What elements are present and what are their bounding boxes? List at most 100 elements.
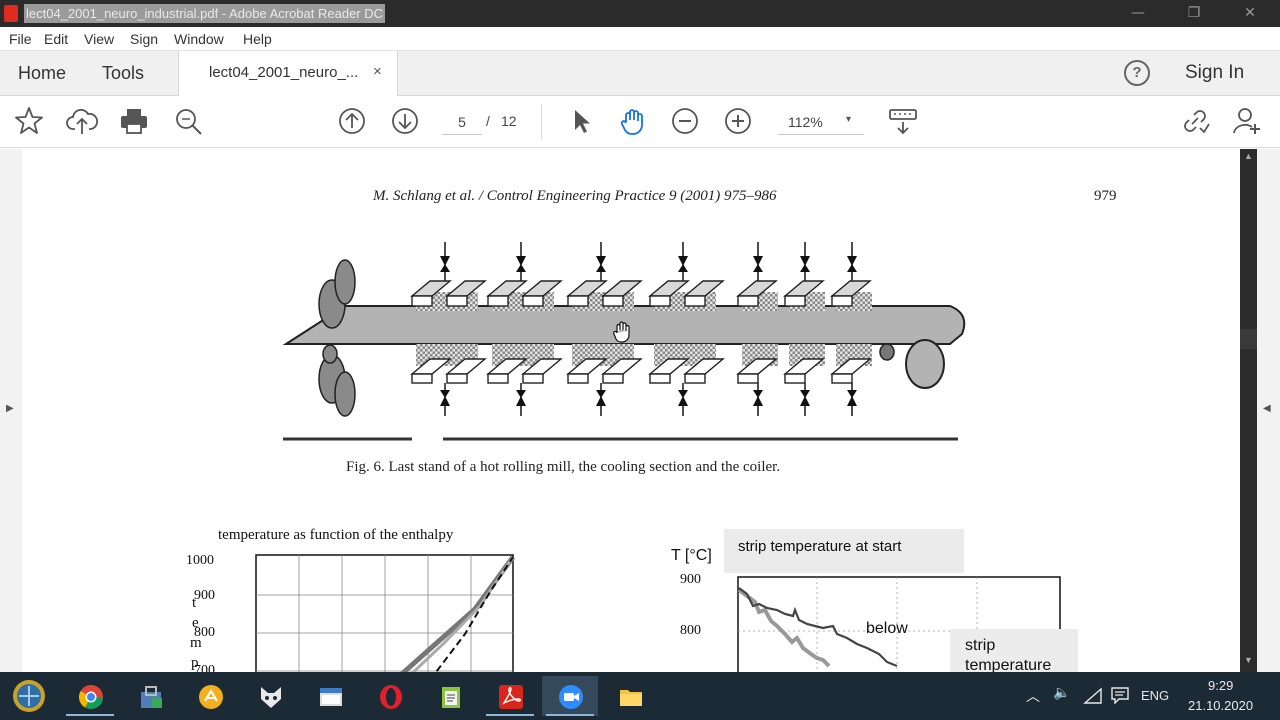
input-language[interactable]: ENG — [1141, 688, 1169, 703]
header-bottom-front — [602, 373, 624, 384]
journal-citation: M. Schlang et al. / Control Engineering … — [373, 188, 777, 204]
search-icon[interactable] — [171, 104, 205, 138]
page-separator: / — [486, 113, 490, 129]
header-top — [683, 280, 725, 297]
scroll-down-arrow-icon[interactable]: ▼ — [1244, 655, 1253, 665]
tray-overflow-chevron-icon[interactable]: ︿ — [1026, 686, 1040, 706]
header-top-front — [446, 295, 468, 307]
header-top — [601, 280, 643, 297]
help-icon[interactable]: ? — [1124, 60, 1150, 86]
header-bottom-front — [487, 373, 509, 384]
header-top-front — [737, 295, 759, 307]
acrobat-app-icon — [4, 5, 18, 22]
header-top-front — [602, 295, 624, 307]
valve-top — [800, 256, 810, 272]
zoom-in-icon[interactable] — [721, 104, 755, 138]
maximize-button[interactable]: ❐ — [1166, 0, 1222, 27]
volume-icon[interactable]: 🔈 — [1053, 685, 1070, 701]
figure-caption: Fig. 6. Last stand of a hot rolling mill… — [346, 459, 781, 475]
valve-bottom — [440, 390, 450, 406]
chart2-ylabel: T [°C] — [671, 547, 712, 564]
left-panel-arrow-icon[interactable]: ▶ — [6, 403, 14, 414]
document-viewport[interactable]: ▶ M. Schlang et al. / Control Engineerin… — [0, 149, 1280, 672]
wifi-icon[interactable] — [1083, 687, 1103, 705]
zoom-level-select[interactable]: 112% — [778, 109, 864, 135]
menu-file[interactable]: File — [9, 31, 32, 47]
clock-time[interactable]: 9:29 — [1208, 678, 1233, 693]
menu-window[interactable]: Window — [174, 31, 224, 47]
tab-home[interactable]: Home — [18, 63, 66, 84]
left-panel-toggle[interactable]: ▶ — [0, 149, 22, 672]
tab-close-icon[interactable]: × — [373, 63, 382, 80]
print-icon[interactable] — [117, 104, 151, 138]
star-icon[interactable] — [12, 104, 46, 138]
chart2-legend-label: strip temperature at start — [738, 538, 902, 555]
title-bar: lect04_2001_neuro_industrial.pdf - Adobe… — [0, 0, 1280, 27]
chart1-title: temperature as function of the enthalpy — [218, 527, 454, 543]
menu-help[interactable]: Help — [243, 31, 272, 47]
share-link-icon[interactable] — [1178, 104, 1212, 138]
header-top-front — [831, 295, 853, 307]
header-bottom-front — [567, 373, 589, 384]
taskbar-explorer-window[interactable] — [302, 676, 358, 716]
menu-sign[interactable]: Sign — [130, 31, 158, 47]
chart1-ylabel-letter: p — [191, 655, 199, 671]
start-button[interactable] — [2, 676, 58, 716]
taskbar-acrobat[interactable] — [482, 676, 538, 716]
right-panel-arrow-icon[interactable]: ◀ — [1263, 403, 1271, 414]
tab-document[interactable]: lect04_2001_neuro_... × — [178, 51, 398, 96]
header-top-front — [567, 295, 589, 307]
taskbar-app-cat[interactable] — [242, 676, 298, 716]
page-down-icon[interactable] — [388, 104, 422, 138]
upload-icon[interactable] — [65, 104, 99, 138]
select-arrow-icon[interactable] — [563, 104, 597, 138]
vertical-scrollbar[interactable]: ▲ ▼ — [1240, 149, 1257, 672]
taskbar-app-yellow[interactable] — [182, 676, 238, 716]
page-up-icon[interactable] — [335, 104, 369, 138]
taskbar-folder[interactable] — [602, 676, 658, 716]
chart2-annotation-strip: strip temperature — [965, 637, 1052, 672]
scroll-up-arrow-icon[interactable]: ▲ — [1244, 151, 1253, 161]
close-button[interactable]: ✕ — [1222, 0, 1278, 27]
add-user-icon[interactable] — [1230, 104, 1264, 138]
zoom-out-icon[interactable] — [668, 104, 702, 138]
valve-top — [678, 256, 688, 272]
sign-in-link[interactable]: Sign In — [1185, 62, 1244, 84]
scroll-thumb[interactable] — [1240, 329, 1257, 349]
chart1-ytick: 1000 — [186, 553, 214, 568]
menu-view[interactable]: View — [84, 31, 114, 47]
valve-bottom — [678, 390, 688, 406]
chart1-ylabel-letter: t — [192, 595, 197, 611]
header-top-front — [522, 295, 544, 307]
notification-icon[interactable] — [1110, 686, 1130, 704]
keyboard-scroll-icon[interactable] — [886, 104, 920, 138]
chart1-ytick: 900 — [194, 588, 215, 603]
valve-top — [753, 256, 763, 272]
taskbar-zoom[interactable] — [542, 676, 598, 716]
page-total: 12 — [501, 113, 517, 129]
minimize-button[interactable]: — — [1110, 0, 1166, 27]
toolbar: 5 / 12 112% ▾ — [0, 96, 1280, 148]
tab-document-label: lect04_2001_neuro_... — [209, 64, 359, 81]
window-title: lect04_2001_neuro_industrial.pdf - Adobe… — [24, 4, 386, 23]
header-bottom-front — [411, 373, 433, 384]
taskbar-opera[interactable] — [362, 676, 418, 716]
tab-tools[interactable]: Tools — [102, 63, 144, 84]
taskbar-chrome[interactable] — [62, 676, 118, 716]
header-top-front — [684, 295, 706, 307]
valve-bottom — [800, 390, 810, 406]
header-top — [521, 280, 563, 297]
page-number-input[interactable]: 5 — [442, 109, 482, 135]
hand-icon[interactable] — [616, 104, 650, 138]
header-bottom-front — [446, 373, 468, 384]
chart2-annotation-below: below — [866, 620, 908, 637]
taskbar-store[interactable] — [122, 676, 178, 716]
taskbar-notepad[interactable] — [422, 676, 478, 716]
right-panel-toggle[interactable]: ◀ — [1257, 149, 1280, 672]
clock-date[interactable]: 21.10.2020 — [1188, 698, 1253, 713]
header-top-front — [411, 295, 433, 307]
menu-edit[interactable]: Edit — [44, 31, 68, 47]
valve-bottom — [596, 390, 606, 406]
zoom-caret-icon[interactable]: ▾ — [846, 114, 851, 125]
hand-cursor-icon — [613, 321, 630, 343]
